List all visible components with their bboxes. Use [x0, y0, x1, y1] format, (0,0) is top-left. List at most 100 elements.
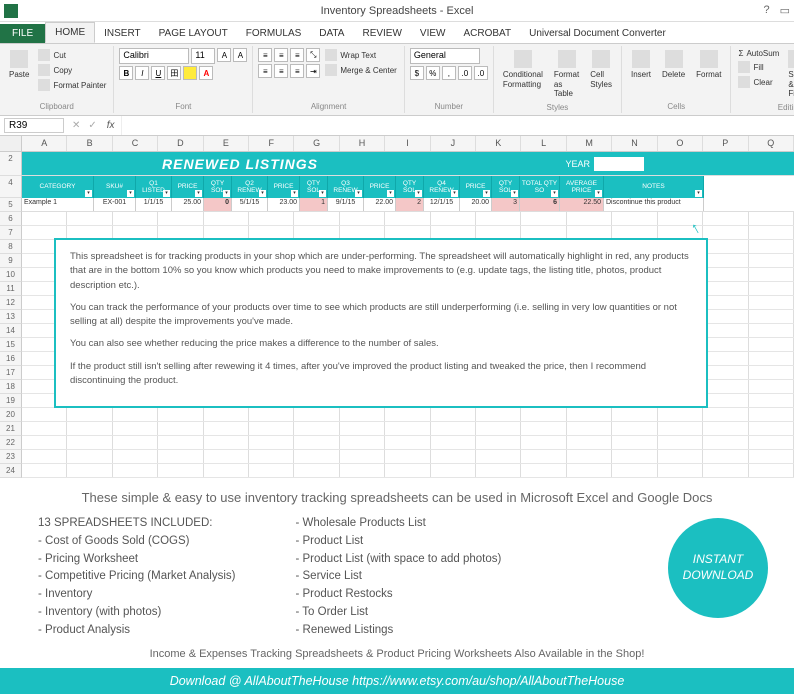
th-q1-listed[interactable]: Q1 LISTED▾	[136, 176, 172, 198]
font-size-select[interactable]: 11	[191, 48, 215, 64]
col-header[interactable]: A	[22, 136, 67, 151]
cut-button[interactable]: Cut	[36, 48, 108, 62]
col-header[interactable]: H	[340, 136, 385, 151]
cell-total-qty[interactable]: 6	[520, 198, 560, 211]
th-sku[interactable]: SKU#▾	[94, 176, 136, 198]
row-header[interactable]: 22	[0, 436, 22, 450]
col-header[interactable]: G	[294, 136, 339, 151]
th-q4-qty[interactable]: QTY SOL▾	[492, 176, 520, 198]
cell-q2-renew[interactable]: 5/1/15	[232, 198, 268, 211]
copy-button[interactable]: Copy	[36, 63, 108, 77]
conditional-formatting-button[interactable]: Conditional Formatting	[499, 48, 547, 91]
cell-sku[interactable]: EX-001	[94, 198, 136, 211]
align-right-icon[interactable]: ≡	[290, 64, 304, 78]
th-category[interactable]: CATEGORY▾	[22, 176, 94, 198]
th-q2-renew[interactable]: Q2 RENEW▾	[232, 176, 268, 198]
row-header[interactable]: 13	[0, 310, 22, 324]
merge-center-button[interactable]: Merge & Center	[323, 63, 398, 77]
col-header[interactable]: P	[703, 136, 748, 151]
border-button[interactable]: 田	[167, 66, 181, 80]
clear-button[interactable]: Clear	[736, 75, 781, 89]
fx-icon[interactable]: fx	[101, 120, 121, 131]
row-header[interactable]: 4	[0, 176, 22, 198]
col-header[interactable]: L	[521, 136, 566, 151]
th-notes[interactable]: NOTES▾	[604, 176, 704, 198]
col-header[interactable]: O	[658, 136, 703, 151]
th-q1-price[interactable]: PRICE▾	[172, 176, 204, 198]
format-cells-button[interactable]: Format	[692, 48, 725, 82]
row-header[interactable]: 24	[0, 464, 22, 478]
align-middle-icon[interactable]: ≡	[274, 48, 288, 62]
row-header[interactable]: 23	[0, 450, 22, 464]
th-total-qty[interactable]: TOTAL QTY SO▾	[520, 176, 560, 198]
font-color-button[interactable]: A	[199, 66, 213, 80]
cell-q2-price[interactable]: 23.00	[268, 198, 300, 211]
align-left-icon[interactable]: ≡	[258, 64, 272, 78]
tab-data[interactable]: DATA	[310, 24, 353, 43]
row-header[interactable]: 16	[0, 352, 22, 366]
th-q3-renew[interactable]: Q3 RENEW▾	[328, 176, 364, 198]
wrap-text-button[interactable]: Wrap Text	[323, 48, 398, 62]
row-header[interactable]: 20	[0, 408, 22, 422]
indent-icon[interactable]: ⇥	[306, 64, 320, 78]
row-header[interactable]: 15	[0, 338, 22, 352]
align-center-icon[interactable]: ≡	[274, 64, 288, 78]
row-header[interactable]: 10	[0, 268, 22, 282]
bold-button[interactable]: B	[119, 66, 133, 80]
th-q1-qty[interactable]: QTY SOL▾	[204, 176, 232, 198]
th-q3-price[interactable]: PRICE▾	[364, 176, 396, 198]
number-format-select[interactable]: General	[410, 48, 480, 64]
tab-acrobat[interactable]: ACROBAT	[454, 24, 520, 43]
fill-color-button[interactable]	[183, 66, 197, 80]
th-q3-qty[interactable]: QTY SOL▾	[396, 176, 424, 198]
cell-avg-price[interactable]: 22.50	[560, 198, 604, 211]
align-bottom-icon[interactable]: ≡	[290, 48, 304, 62]
cell-q3-price[interactable]: 22.00	[364, 198, 396, 211]
th-avg-price[interactable]: AVERAGE PRICE▾	[560, 176, 604, 198]
col-header[interactable]: I	[385, 136, 430, 151]
tab-udc[interactable]: Universal Document Converter	[520, 24, 675, 43]
row-header[interactable]: 9	[0, 254, 22, 268]
row-header[interactable]: 14	[0, 324, 22, 338]
col-header[interactable]: M	[567, 136, 612, 151]
row-header[interactable]: 21	[0, 422, 22, 436]
cell-q4-renew[interactable]: 12/1/15	[424, 198, 460, 211]
format-as-table-button[interactable]: Format as Table	[550, 48, 583, 101]
increase-font-icon[interactable]: A	[217, 48, 231, 62]
comma-icon[interactable]: ,	[442, 66, 456, 80]
cell-q4-price[interactable]: 20.00	[460, 198, 492, 211]
cell-q3-renew[interactable]: 9/1/15	[328, 198, 364, 211]
row-header[interactable]: 5	[0, 198, 22, 212]
col-header[interactable]: C	[113, 136, 158, 151]
row-header[interactable]: 6	[0, 212, 22, 226]
help-icon[interactable]: ?	[763, 4, 769, 17]
th-q4-renew[interactable]: Q4 RENEW▾	[424, 176, 460, 198]
decrease-font-icon[interactable]: A	[233, 48, 247, 62]
paste-button[interactable]: Paste	[5, 48, 33, 82]
row-header[interactable]: 17	[0, 366, 22, 380]
cell-q1-price[interactable]: 25.00	[172, 198, 204, 211]
col-header[interactable]: J	[431, 136, 476, 151]
cell-q3-qty[interactable]: 2	[396, 198, 424, 211]
col-header[interactable]: D	[158, 136, 203, 151]
col-header[interactable]: Q	[749, 136, 794, 151]
cell-styles-button[interactable]: Cell Styles	[586, 48, 616, 91]
file-tab[interactable]: FILE	[0, 24, 45, 43]
col-header[interactable]: K	[476, 136, 521, 151]
autosum-button[interactable]: ΣAutoSum	[736, 48, 781, 59]
cell-category[interactable]: Example 1	[22, 198, 94, 211]
currency-icon[interactable]: $	[410, 66, 424, 80]
tab-view[interactable]: VIEW	[411, 24, 455, 43]
tab-formulas[interactable]: FORMULAS	[237, 24, 311, 43]
fill-button[interactable]: Fill	[736, 60, 781, 74]
cell-q1-listed[interactable]: 1/1/15	[136, 198, 172, 211]
delete-cells-button[interactable]: Delete	[658, 48, 689, 82]
th-q4-price[interactable]: PRICE▾	[460, 176, 492, 198]
col-header[interactable]: E	[204, 136, 249, 151]
cell-q2-qty[interactable]: 1	[300, 198, 328, 211]
year-input[interactable]	[594, 157, 644, 171]
decrease-decimal-icon[interactable]: .0	[474, 66, 488, 80]
row-header[interactable]: 8	[0, 240, 22, 254]
th-q2-price[interactable]: PRICE▾	[268, 176, 300, 198]
tab-home[interactable]: HOME	[45, 22, 95, 43]
